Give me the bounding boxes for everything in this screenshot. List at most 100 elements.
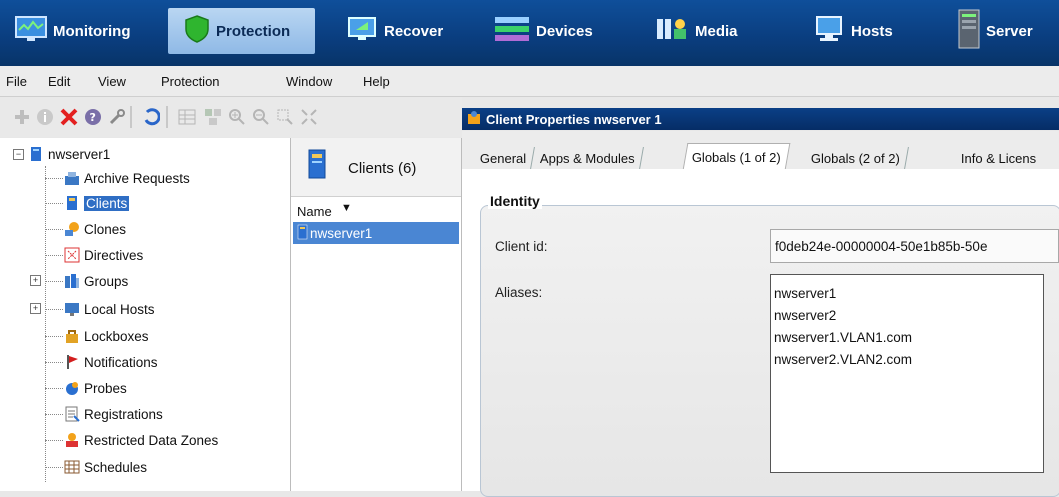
clones-icon	[64, 221, 80, 237]
delete-icon[interactable]	[60, 108, 78, 126]
tab-label: Globals (2 of 2)	[811, 150, 900, 166]
nav-media-label: Media	[695, 22, 738, 40]
tree-line	[45, 309, 63, 311]
client-properties-icon	[466, 110, 482, 129]
monitor-icon	[15, 16, 47, 46]
clients-icon	[64, 195, 80, 211]
server-icon	[958, 9, 980, 53]
tab-globals-2[interactable]: Globals (2 of 2)	[803, 147, 909, 169]
tree-line	[45, 281, 63, 283]
local-hosts-icon	[64, 301, 80, 317]
nav-protection[interactable]: Protection	[168, 8, 315, 54]
menu-help[interactable]: Help	[363, 74, 390, 89]
tree-item-label: Probes	[84, 380, 127, 396]
wrench-icon[interactable]	[108, 108, 126, 126]
aliases-label: Aliases:	[495, 285, 543, 300]
nav-server[interactable]: Server	[958, 8, 1059, 54]
schedules-icon	[64, 459, 80, 475]
tree-item-clones[interactable]: Clones	[64, 218, 126, 240]
menu-view[interactable]: View	[98, 74, 126, 89]
directives-icon	[64, 247, 80, 263]
aliases-textarea[interactable]: nwserver1 nwserver2 nwserver1.VLAN1.com …	[770, 274, 1044, 473]
alias-line: nwserver1	[774, 286, 837, 301]
table-view-icon[interactable]	[178, 108, 196, 126]
nav-devices[interactable]: Devices	[494, 8, 624, 54]
menu-file[interactable]: File	[6, 74, 27, 89]
tree-item-lockboxes[interactable]: Lockboxes	[64, 325, 149, 347]
tab-apps-modules[interactable]: Apps & Modules	[532, 147, 644, 169]
alias-line: nwserver2	[774, 308, 837, 323]
client-row[interactable]: nwserver1	[293, 222, 459, 244]
tree-item-clients[interactable]: Clients	[64, 192, 130, 214]
tree-line	[45, 166, 47, 482]
nav-recover[interactable]: Recover	[348, 8, 468, 54]
toolbar: ?	[0, 97, 462, 137]
refresh-icon[interactable]	[142, 108, 161, 126]
zoom-out-icon[interactable]	[252, 108, 270, 126]
help-icon[interactable]: ?	[84, 108, 102, 126]
navigation-tree: − nwserver1 Archive Requests Clients Clo…	[0, 138, 291, 491]
tree-item-label: Local Hosts	[84, 301, 155, 317]
media-icon	[655, 15, 689, 47]
top-navigation: Monitoring Protection Recover Devices Me…	[0, 0, 1059, 66]
tree-item-label: Restricted Data Zones	[84, 432, 219, 448]
tree-item-label: Schedules	[84, 459, 148, 475]
clients-header: Clients (6)	[291, 138, 461, 197]
tree-line	[45, 336, 63, 338]
tree-item-label: Groups	[84, 273, 129, 289]
zoom-region-icon[interactable]	[276, 108, 294, 126]
clients-panel: Clients (6) Name ▼ nwserver1	[291, 138, 462, 491]
info-icon[interactable]	[36, 108, 54, 126]
toolbar-separator	[166, 106, 168, 128]
nav-protection-label: Protection	[216, 22, 291, 40]
tree-item-schedules[interactable]: Schedules	[64, 456, 147, 478]
tree-item-local-hosts[interactable]: Local Hosts	[64, 298, 155, 320]
name-column-header[interactable]: Name ▼	[291, 200, 461, 220]
fit-icon[interactable]	[300, 108, 318, 126]
alias-line: nwserver2.VLAN2.com	[774, 352, 913, 367]
nav-monitoring[interactable]: Monitoring	[15, 8, 165, 54]
expand-toggle-icon[interactable]: +	[30, 275, 41, 286]
tree-item-registrations[interactable]: Registrations	[64, 403, 163, 425]
tree-item-groups[interactable]: Groups	[64, 270, 128, 292]
name-column-label: Name	[297, 204, 332, 219]
tree-item-probes[interactable]: Probes	[64, 377, 127, 399]
tree-item-directives[interactable]: Directives	[64, 244, 143, 266]
menu-protection[interactable]: Protection	[161, 74, 220, 89]
server-root-icon	[28, 146, 44, 162]
nav-recover-label: Recover	[384, 22, 444, 40]
tree-root[interactable]: nwserver1	[28, 143, 110, 165]
client-id-field[interactable]: f0deb24e-00000004-50e1b85b-50e	[770, 229, 1059, 263]
tab-general[interactable]: General	[472, 147, 536, 169]
restricted-data-zones-icon	[64, 432, 80, 448]
nav-hosts-label: Hosts	[851, 22, 893, 40]
tree-item-label: Lockboxes	[84, 328, 149, 344]
tree-item-notifications[interactable]: Notifications	[64, 351, 158, 373]
tab-globals-1[interactable]: Globals (1 of 2)	[682, 143, 791, 170]
collapse-toggle-icon[interactable]: −	[13, 149, 24, 160]
shield-icon	[184, 14, 210, 48]
recover-icon	[348, 16, 378, 46]
add-icon[interactable]	[13, 108, 31, 126]
tree-line	[45, 178, 63, 180]
menu-edit[interactable]: Edit	[48, 74, 70, 89]
nav-hosts[interactable]: Hosts	[815, 8, 915, 54]
menu-window[interactable]: Window	[286, 74, 332, 89]
tree-item-archive-requests[interactable]: Archive Requests	[64, 167, 190, 189]
sort-desc-icon: ▼	[341, 202, 352, 214]
svg-text:?: ?	[90, 111, 96, 124]
tree-line	[45, 414, 63, 416]
expand-toggle-icon[interactable]: +	[30, 303, 41, 314]
tab-info-licenses[interactable]: Info & Licens	[953, 147, 1044, 169]
layout-icon[interactable]	[204, 108, 222, 126]
zoom-in-icon[interactable]	[228, 108, 246, 126]
tree-item-label: Notifications	[84, 354, 158, 370]
tree-item-label: Registrations	[84, 406, 163, 422]
tree-root-label: nwserver1	[48, 146, 111, 162]
client-row-name: nwserver1	[310, 225, 373, 241]
tree-item-restricted-data-zones[interactable]: Restricted Data Zones	[64, 429, 218, 451]
properties-tabs: General Apps & Modules Globals (1 of 2) …	[462, 143, 1059, 170]
nav-media[interactable]: Media	[655, 8, 765, 54]
registrations-icon	[64, 406, 80, 422]
groups-icon	[64, 273, 80, 289]
